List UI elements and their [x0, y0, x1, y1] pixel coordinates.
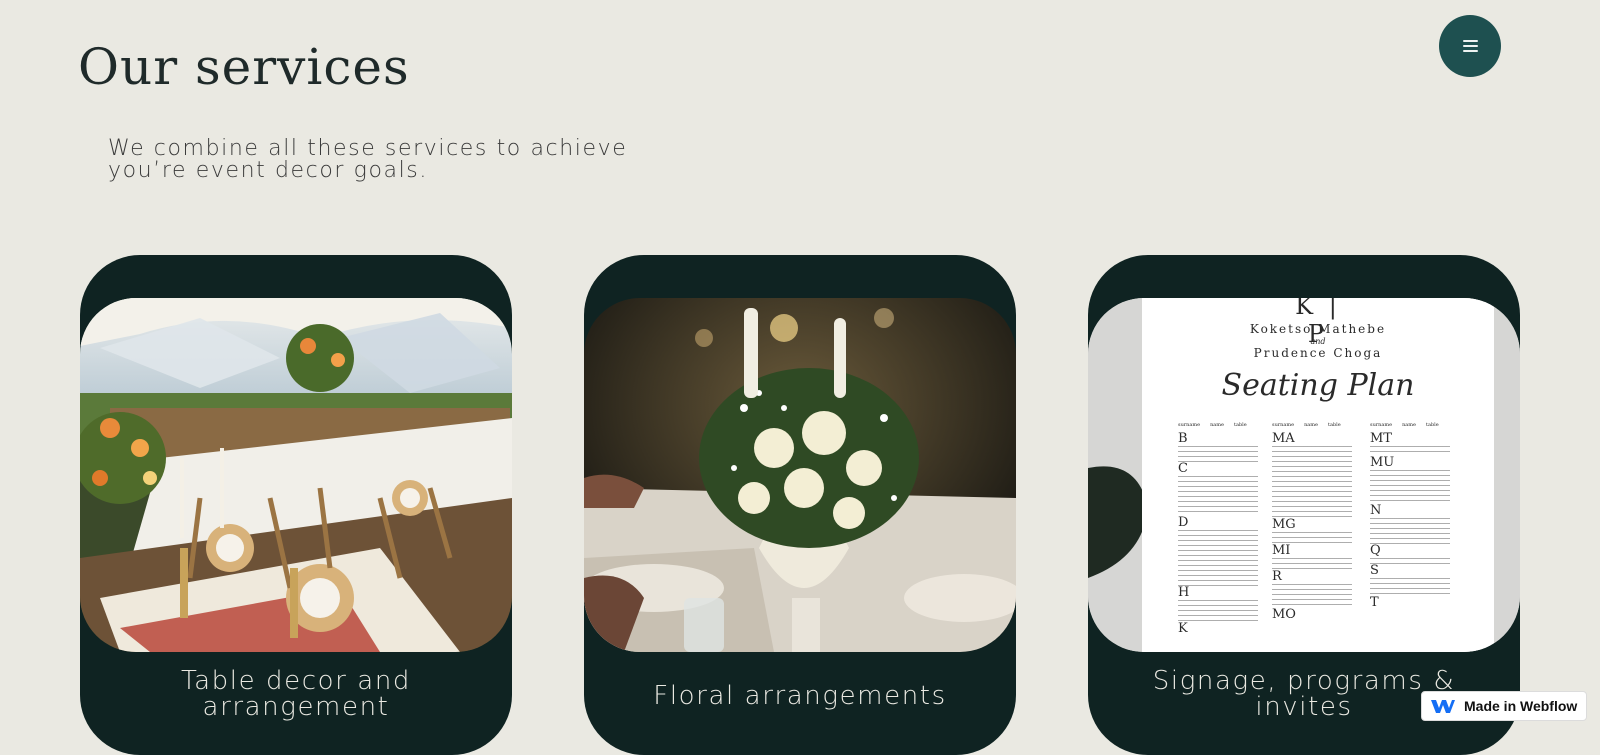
- header-surname: surname: [1272, 422, 1295, 428]
- service-label: Floral arrangements: [653, 681, 947, 711]
- group-letter: K: [1178, 621, 1188, 636]
- page-title: Our services: [78, 38, 410, 96]
- couple-and: and: [1310, 337, 1326, 346]
- table-decor-photo: [80, 298, 512, 652]
- group-letter: H: [1178, 585, 1190, 600]
- seating-plan-photo: K | P Koketso Mathebe and Prudence Choga…: [1088, 298, 1520, 652]
- group-letter: MO: [1272, 607, 1296, 622]
- header-surname: surname: [1370, 422, 1393, 428]
- header-name: name: [1210, 422, 1224, 428]
- group-letter: MI: [1272, 543, 1291, 558]
- group-letter: N: [1370, 503, 1382, 518]
- group-letter: T: [1370, 595, 1379, 610]
- group-letter: R: [1272, 569, 1282, 584]
- group-letter: C: [1178, 461, 1188, 476]
- header-surname: surname: [1178, 422, 1201, 428]
- service-card-signage[interactable]: K | P Koketso Mathebe and Prudence Choga…: [1088, 255, 1520, 755]
- header-name: name: [1402, 422, 1416, 428]
- group-letter: D: [1178, 515, 1189, 530]
- badge-label: Made in Webflow: [1464, 698, 1578, 714]
- hamburger-menu-icon: [1462, 40, 1478, 52]
- seating-plan-sign: K | P Koketso Mathebe and Prudence Choga…: [1142, 298, 1494, 652]
- webflow-logo-icon: [1431, 700, 1455, 713]
- group-letter: Q: [1370, 543, 1381, 558]
- group-letter: MU: [1370, 455, 1395, 470]
- seating-column-3: surname name table MT MU N Q S T: [1370, 422, 1450, 610]
- service-card-floral[interactable]: Floral arrangements: [584, 255, 1016, 755]
- couple-name-2: Prudence Choga: [1253, 346, 1383, 360]
- seating-column-2: surname name table MA MG MI R MO: [1272, 422, 1352, 622]
- header-name: name: [1304, 422, 1318, 428]
- service-label: Table decor and arrangement: [180, 666, 412, 722]
- made-in-webflow-badge[interactable]: Made in Webflow: [1421, 691, 1587, 721]
- group-letter: MT: [1370, 431, 1392, 446]
- seating-column-1: surname name table B C D H K: [1178, 422, 1258, 636]
- couple-name-1: Koketso Mathebe: [1249, 322, 1387, 336]
- group-letter: MA: [1272, 431, 1295, 446]
- group-letter: MG: [1272, 517, 1296, 532]
- header-table: table: [1425, 422, 1439, 428]
- service-card-table-decor[interactable]: Table decor and arrangement: [80, 255, 512, 755]
- menu-button[interactable]: [1439, 15, 1501, 77]
- seating-plan-title: Seating Plan: [1221, 368, 1415, 403]
- intro-text: We combine all these services to achieve…: [108, 136, 628, 183]
- group-letter: S: [1370, 563, 1379, 578]
- header-table: table: [1233, 422, 1247, 428]
- floral-arrangement-photo: [584, 298, 1016, 652]
- header-table: table: [1327, 422, 1341, 428]
- group-letter: B: [1178, 431, 1188, 446]
